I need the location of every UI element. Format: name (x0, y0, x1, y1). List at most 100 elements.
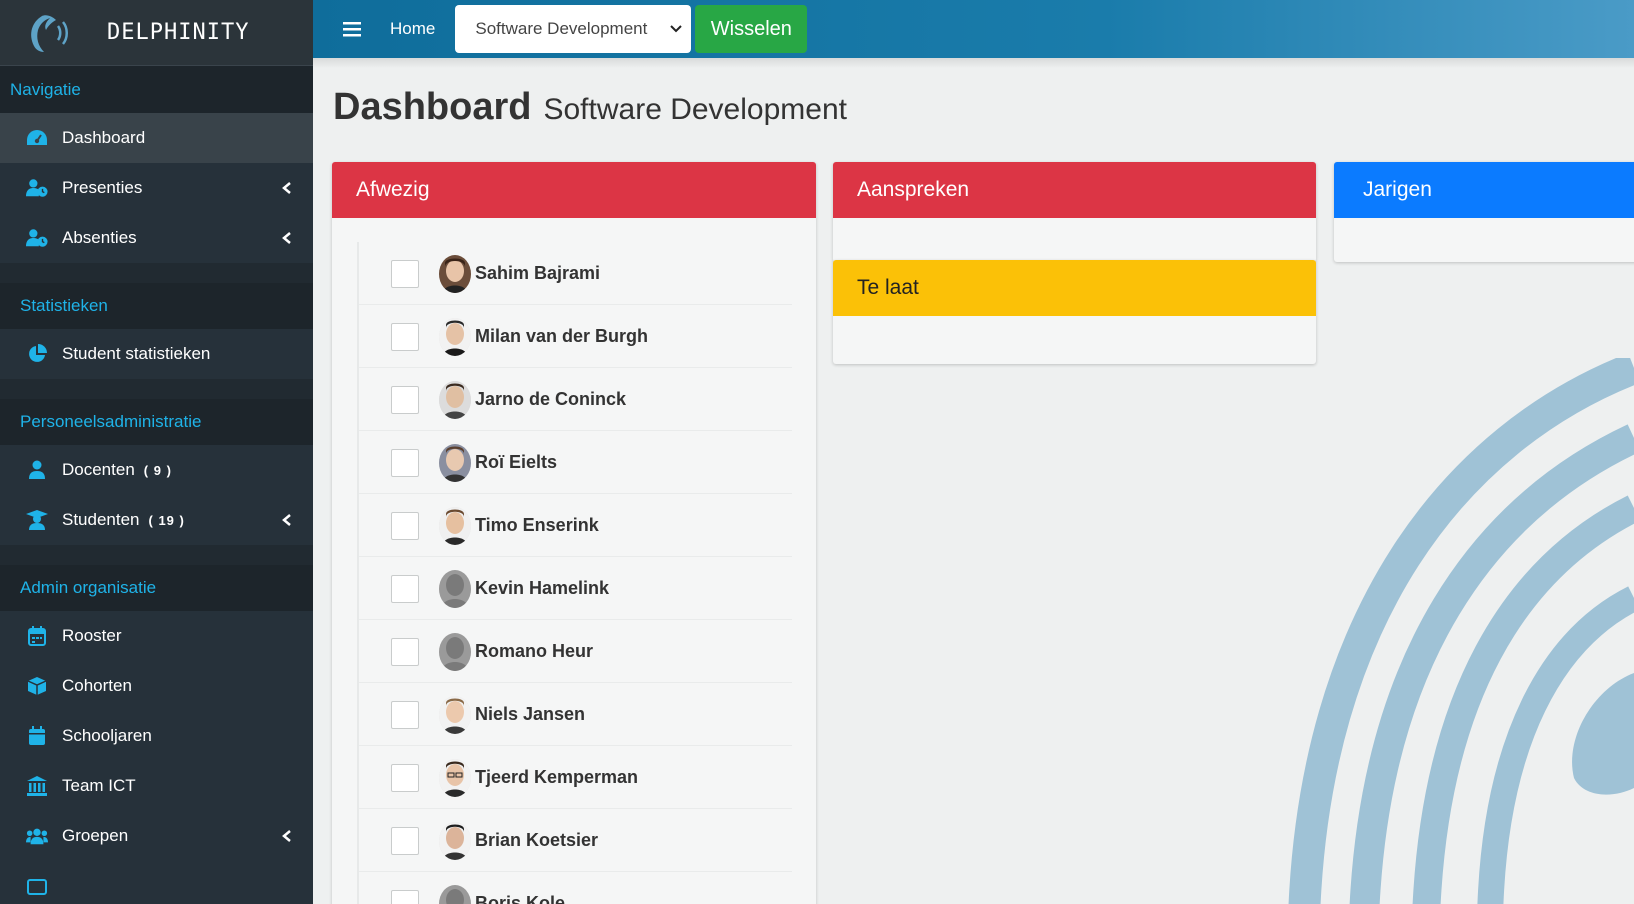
hamburger-menu-icon[interactable] (343, 21, 361, 37)
student-checkbox[interactable] (391, 511, 419, 540)
avatar (439, 758, 471, 797)
graduate-icon (26, 509, 48, 531)
chevron-left-icon (282, 514, 291, 526)
sidebar-item-label: Team ICT (62, 776, 136, 795)
student-name: Sahim Bajrami (475, 263, 601, 283)
education-select[interactable]: Software Development (455, 5, 692, 53)
page-title-main: Dashboard (333, 86, 532, 128)
user-clock-icon (26, 177, 48, 199)
avatar (439, 254, 471, 293)
chevron-left-icon (282, 182, 291, 194)
student-checkbox[interactable] (391, 322, 419, 351)
student-checkbox[interactable] (391, 637, 419, 666)
student-checkbox[interactable] (391, 448, 419, 477)
sidebar-item-label: Studenten (62, 510, 140, 529)
nav-gap (0, 379, 313, 399)
sidebar-item-label: Schooljaren (62, 726, 152, 745)
nav-header-statistieken: Statistieken (0, 283, 313, 329)
student-name: Niels Jansen (475, 704, 586, 724)
sidebar-item-studenten[interactable]: Studenten ( 19 ) (0, 495, 313, 545)
sidebar-item-label: Cohorten (62, 676, 132, 695)
sidebar-item-dashboard[interactable]: Dashboard (0, 113, 313, 163)
avatar (439, 695, 471, 734)
docenten-count-badge: ( 9 ) (143, 462, 172, 478)
absent-card: Afwezig Sahim Bajrami Milan van der Burg… (332, 162, 816, 904)
avatar (439, 380, 471, 419)
list-item[interactable]: Boris Kole (357, 872, 792, 904)
sidebar-item-absenties[interactable]: Absenties (0, 213, 313, 263)
student-checkbox[interactable] (391, 889, 419, 904)
list-item[interactable]: Niels Jansen (357, 683, 792, 746)
users-icon (26, 825, 48, 847)
partial-icon (26, 875, 48, 897)
avatar (439, 317, 471, 356)
sidebar-item-partial[interactable] (0, 861, 313, 904)
sidebar-item-label: Absenties (62, 228, 137, 247)
user-clock-icon (26, 227, 48, 249)
sidebar-item-rooster[interactable]: Rooster (0, 611, 313, 661)
cube-icon (26, 675, 48, 697)
list-item[interactable]: Milan van der Burgh (357, 305, 792, 368)
address-card: Aanspreken (833, 162, 1316, 262)
list-item[interactable]: Roï Eielts (357, 431, 792, 494)
studenten-count-badge: ( 19 ) (148, 512, 185, 528)
student-checkbox[interactable] (391, 763, 419, 792)
student-name: Kevin Hamelink (475, 578, 610, 598)
education-select-value: Software Development (475, 19, 648, 38)
nav-header-personeelsadministratie: Personeelsadministratie (0, 399, 313, 445)
page-title-sub: Software Development (543, 93, 847, 126)
absent-list: Sahim Bajrami Milan van der Burgh Jarno … (332, 218, 816, 904)
brand[interactable]: DELPHINITY (0, 0, 313, 66)
student-name: Milan van der Burgh (475, 326, 649, 346)
sidebar: DELPHINITY Navigatie Dashboard Presentie… (0, 0, 313, 904)
list-item[interactable]: Jarno de Coninck (357, 368, 792, 431)
calendar-filled-icon (26, 725, 48, 747)
avatar (439, 569, 471, 608)
student-checkbox[interactable] (391, 574, 419, 603)
student-checkbox[interactable] (391, 700, 419, 729)
avatar (439, 506, 471, 545)
late-card: Te laat (833, 260, 1316, 364)
switch-button[interactable]: Wisselen (695, 5, 808, 53)
birthdays-card: Jarigen (1334, 162, 1634, 262)
student-name: Romano Heur (475, 641, 594, 661)
sidebar-item-label: Groepen (62, 826, 129, 845)
sidebar-item-cohorten[interactable]: Cohorten (0, 661, 313, 711)
calendar-icon (26, 625, 48, 647)
home-link[interactable]: Home (390, 19, 435, 39)
user-icon (26, 459, 48, 481)
list-item[interactable]: Kevin Hamelink (357, 557, 792, 620)
list-item[interactable]: Sahim Bajrami (357, 242, 792, 305)
sidebar-item-schooljaren[interactable]: Schooljaren (0, 711, 313, 761)
sidebar-item-docenten[interactable]: Docenten ( 9 ) (0, 445, 313, 495)
sidebar-item-label: Dashboard (62, 128, 146, 147)
student-name: Roï Eielts (475, 452, 558, 472)
sidebar-item-student-statistieken[interactable]: Student statistieken (0, 329, 313, 379)
avatar (439, 632, 471, 671)
chevron-left-icon (282, 830, 291, 842)
content-shade (313, 58, 1634, 68)
decorative-logo-icon (1288, 358, 1634, 904)
sidebar-item-team-ict[interactable]: Team ICT (0, 761, 313, 811)
sidebar-item-presenties[interactable]: Presenties (0, 163, 313, 213)
student-checkbox[interactable] (391, 385, 419, 414)
building-columns-icon (26, 775, 48, 797)
topbar: Home Software Development Wisselen (313, 0, 1634, 58)
sidebar-item-label: Student statistieken (62, 344, 211, 363)
avatar (439, 821, 471, 860)
sidebar-item-groepen[interactable]: Groepen (0, 811, 313, 861)
sidebar-item-label: Docenten (62, 460, 135, 479)
student-checkbox[interactable] (391, 259, 419, 288)
absent-card-header: Afwezig (332, 162, 816, 218)
list-item[interactable]: Timo Enserink (357, 494, 792, 557)
page-title: Dashboard Software Development (333, 86, 847, 129)
list-item[interactable]: Brian Koetsier (357, 809, 792, 872)
list-item[interactable]: Romano Heur (357, 620, 792, 683)
address-card-header: Aanspreken (833, 162, 1316, 218)
student-checkbox[interactable] (391, 826, 419, 855)
brand-name: DELPHINITY (107, 20, 250, 45)
student-name: Timo Enserink (475, 515, 599, 535)
student-name: Tjeerd Kemperman (475, 767, 639, 787)
chevron-down-icon (670, 25, 683, 33)
list-item[interactable]: Tjeerd Kemperman (357, 746, 792, 809)
